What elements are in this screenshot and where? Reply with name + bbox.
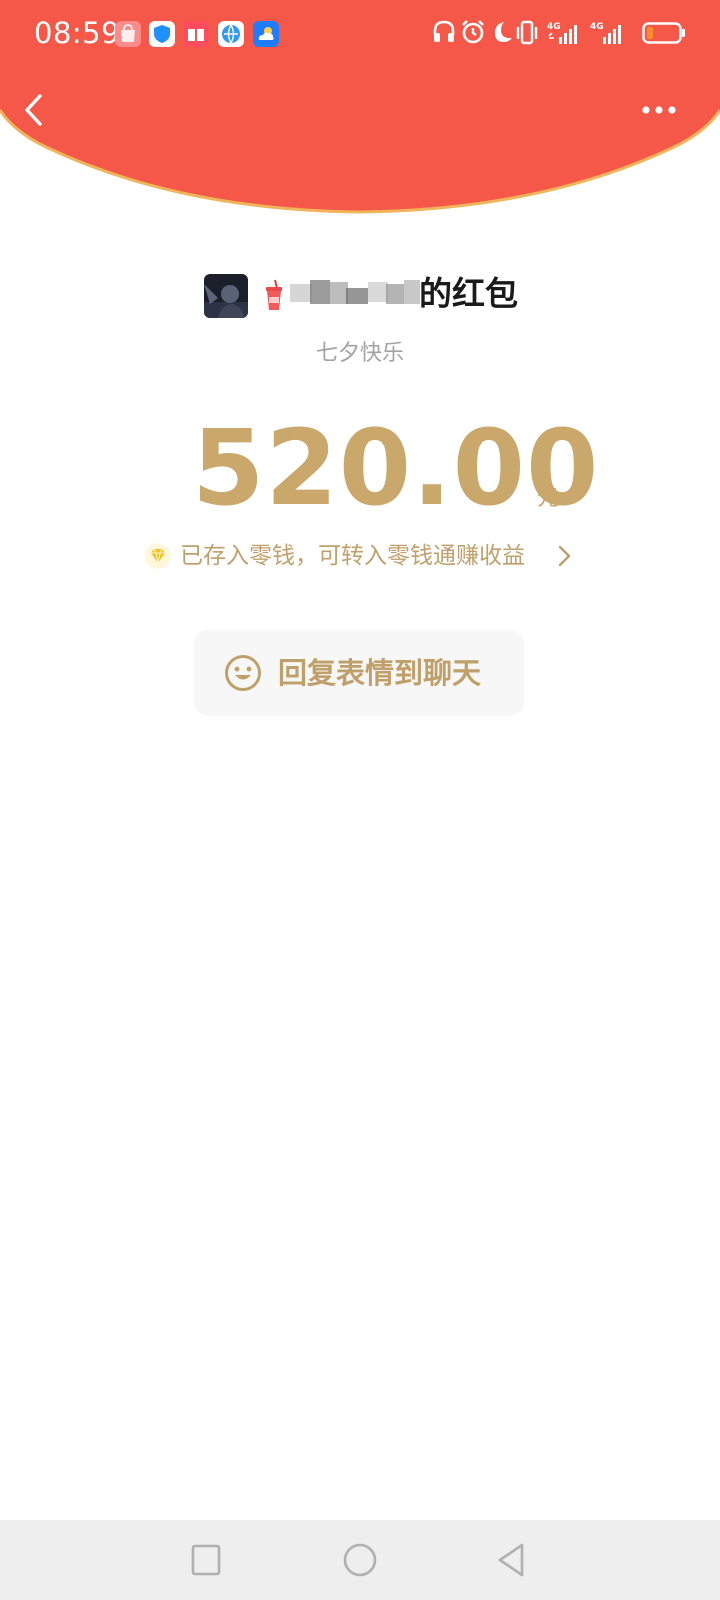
amount-unit: 元 (537, 486, 560, 511)
alarm-icon (460, 19, 486, 45)
status-time: 08:59 (34, 16, 121, 50)
headphones-icon (432, 19, 456, 45)
avatar[interactable] (204, 274, 248, 318)
recent-apps-icon (191, 1544, 221, 1576)
status-bar: 08:59 4G 4G (0, 0, 720, 68)
browser-icon (218, 21, 244, 47)
reply-sticker-button[interactable]: 回复表情到聊天 (194, 630, 524, 716)
more-button[interactable] (640, 96, 680, 124)
more-horizontal-icon (642, 106, 676, 114)
back-triangle-icon (498, 1543, 524, 1577)
shield-icon (149, 21, 175, 47)
system-nav-bar (0, 1520, 720, 1600)
balance-notice-link[interactable]: 已存入零钱，可转入零钱通赚收益 (144, 536, 584, 576)
recent-apps-button[interactable] (186, 1540, 226, 1580)
sender-row: 的红包 (0, 270, 720, 318)
book-icon (183, 21, 209, 47)
balance-notice-text: 已存入零钱，可转入零钱通赚收益 (180, 543, 525, 569)
sender-name-redacted (290, 278, 420, 310)
drink-cup-icon (263, 278, 285, 312)
weather-icon (253, 21, 279, 47)
back-button[interactable] (18, 90, 54, 130)
battery-icon (642, 22, 686, 44)
home-button[interactable] (340, 1540, 380, 1580)
reply-sticker-label: 回复表情到聊天 (278, 656, 482, 690)
back-nav-button[interactable] (492, 1540, 532, 1580)
red-packet-title: 的红包 (419, 274, 518, 313)
wish-text: 七夕快乐 (315, 341, 404, 366)
signal-4g-icon (546, 19, 582, 47)
diamond-icon (144, 542, 172, 570)
do-not-disturb-icon (490, 19, 514, 45)
smile-icon (224, 654, 262, 692)
shopping-bag-icon (115, 21, 141, 47)
home-icon (343, 1543, 377, 1577)
chevron-right-icon (556, 544, 572, 568)
chevron-left-icon (25, 94, 42, 126)
vibrate-icon (514, 19, 540, 47)
signal-4g-icon (590, 19, 626, 47)
